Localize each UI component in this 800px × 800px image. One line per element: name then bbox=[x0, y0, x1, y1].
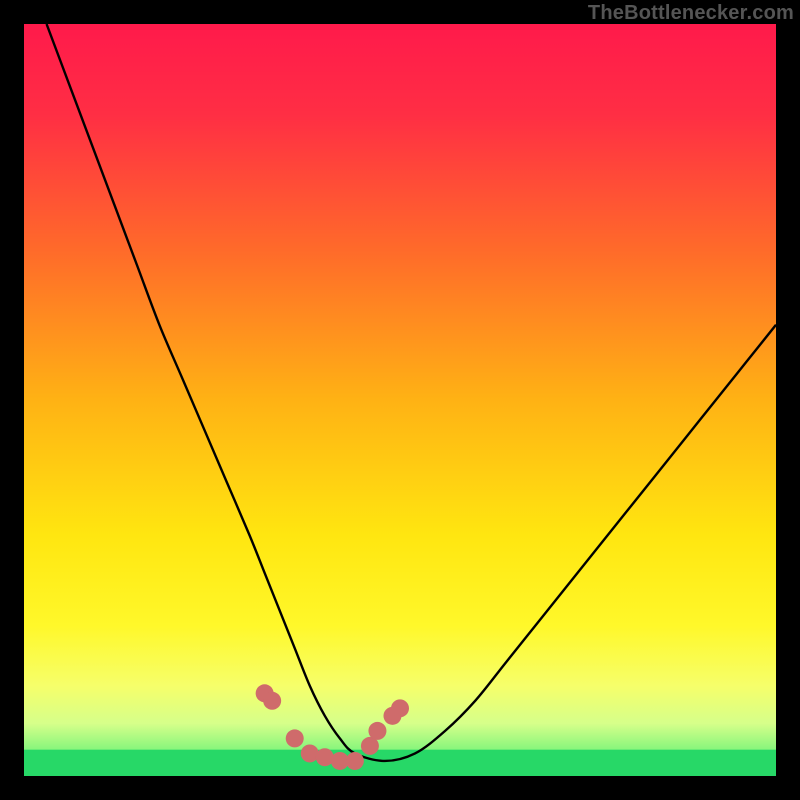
chart-frame: TheBottlenecker.com bbox=[0, 0, 800, 800]
gradient-background bbox=[24, 24, 776, 776]
baseline-strip bbox=[24, 750, 776, 776]
marker-dot bbox=[346, 752, 364, 770]
marker-dot bbox=[368, 722, 386, 740]
chart-svg bbox=[24, 24, 776, 776]
marker-dot bbox=[301, 744, 319, 762]
marker-dot bbox=[263, 692, 281, 710]
marker-dot bbox=[286, 729, 304, 747]
plot-area bbox=[24, 24, 776, 776]
marker-dot bbox=[316, 748, 334, 766]
attribution-label: TheBottlenecker.com bbox=[588, 2, 794, 25]
marker-dot bbox=[391, 699, 409, 717]
